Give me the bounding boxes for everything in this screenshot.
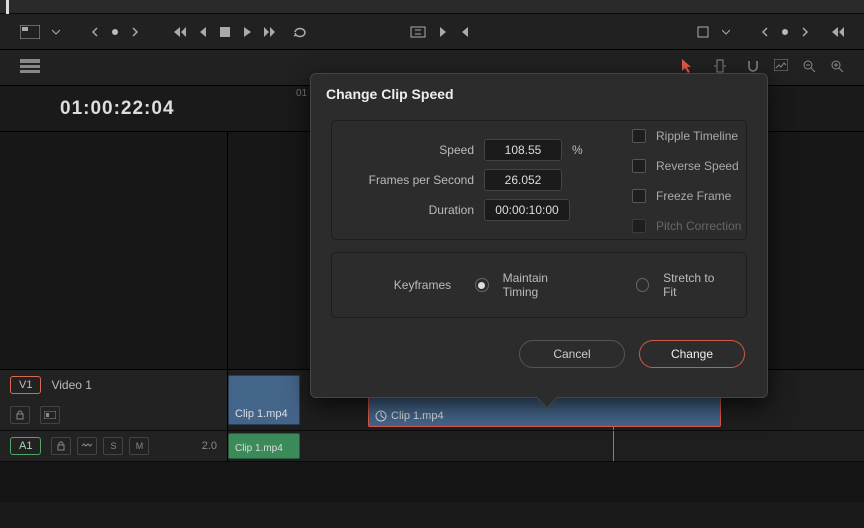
thumbnail-icon[interactable] — [774, 59, 788, 76]
zoom-out-icon[interactable] — [802, 59, 816, 76]
match-frame-icon[interactable] — [410, 26, 426, 38]
view-mode-icon[interactable] — [20, 25, 40, 39]
prev-marker-2-icon[interactable] — [760, 26, 770, 38]
dialog-title: Change Clip Speed — [311, 74, 767, 114]
auto-select-audio-icon[interactable] — [77, 437, 97, 455]
crop-dropdown-icon[interactable] — [722, 28, 730, 36]
transport-bar — [0, 14, 864, 50]
audio-clip-1[interactable]: Clip 1.mp4 — [228, 433, 300, 459]
viewer-playhead[interactable] — [6, 0, 9, 14]
next-marker-2-icon[interactable] — [800, 26, 810, 38]
change-button[interactable]: Change — [639, 340, 745, 368]
pitch-correction-label: Pitch Correction — [656, 219, 741, 233]
ripple-timeline-label: Ripple Timeline — [656, 129, 738, 143]
freeze-frame-checkbox[interactable] — [632, 189, 646, 203]
ruler-label: 01 — [296, 88, 307, 99]
maintain-timing-radio[interactable] — [475, 278, 488, 292]
stretch-to-fit-radio[interactable] — [636, 278, 649, 292]
step-back-icon[interactable] — [198, 26, 208, 38]
lock-track-icon[interactable] — [10, 406, 30, 424]
duration-label: Duration — [350, 203, 484, 217]
maintain-timing-label: Maintain Timing — [503, 271, 583, 299]
lock-audio-icon[interactable] — [51, 437, 71, 455]
audio-channels: 2.0 — [202, 440, 217, 452]
clip-label: Clip 1.mp4 — [235, 443, 283, 454]
crop-icon[interactable] — [696, 25, 710, 39]
mute-button[interactable]: M — [129, 437, 149, 455]
audio-track-badge[interactable]: A1 — [10, 437, 41, 455]
timeline-view-icon[interactable] — [20, 59, 40, 76]
video-clip-1[interactable]: Clip 1.mp4 — [228, 375, 300, 425]
next-marker-icon[interactable] — [130, 26, 140, 38]
duration-input[interactable] — [484, 199, 570, 221]
skip-end-icon[interactable] — [264, 26, 280, 38]
speed-icon — [375, 410, 387, 422]
play-icon[interactable] — [242, 26, 252, 38]
change-clip-speed-dialog: Change Clip Speed Speed % Frames per Sec… — [310, 73, 768, 398]
freeze-frame-label: Freeze Frame — [656, 189, 731, 203]
cancel-button[interactable]: Cancel — [519, 340, 625, 368]
auto-select-icon[interactable] — [40, 406, 60, 424]
clip-label: Clip 1.mp4 — [235, 408, 288, 420]
stretch-to-fit-label: Stretch to Fit — [663, 271, 728, 299]
video-track-badge[interactable]: V1 — [10, 376, 41, 394]
clip-label: Clip 1.mp4 — [391, 410, 444, 422]
video-track-name: Video 1 — [51, 378, 91, 392]
view-mode-dropdown-icon[interactable] — [52, 28, 60, 36]
marker-dot-icon — [112, 29, 118, 35]
reverse-speed-label: Reverse Speed — [656, 159, 739, 173]
prev-marker-icon[interactable] — [90, 26, 100, 38]
keyframes-label: Keyframes — [350, 278, 461, 292]
solo-button[interactable]: S — [103, 437, 123, 455]
fps-input[interactable] — [484, 169, 562, 191]
timeline-playhead-audio[interactable] — [613, 431, 614, 461]
speed-unit: % — [572, 143, 583, 157]
fps-label: Frames per Second — [350, 173, 484, 187]
viewer-ruler — [0, 0, 864, 14]
loop-icon[interactable] — [292, 26, 310, 38]
speed-settings-group: Speed % Frames per Second Duration Rippl… — [331, 120, 747, 240]
keyframes-group: Keyframes Maintain Timing Stretch to Fit — [331, 252, 747, 318]
zoom-in-icon[interactable] — [830, 59, 844, 76]
speed-label: Speed — [350, 143, 484, 157]
pitch-correction-checkbox — [632, 219, 646, 233]
speed-input[interactable] — [484, 139, 562, 161]
current-timecode[interactable]: 01:00:22:04 — [60, 98, 228, 120]
reverse-speed-checkbox[interactable] — [632, 159, 646, 173]
ripple-timeline-checkbox[interactable] — [632, 129, 646, 143]
track-spacer — [0, 462, 864, 502]
prev-edit-icon[interactable] — [460, 26, 470, 38]
marker-dot-2-icon — [782, 29, 788, 35]
next-edit-icon[interactable] — [438, 26, 448, 38]
stop-icon[interactable] — [220, 27, 230, 37]
skip-start-2-icon[interactable] — [828, 26, 844, 38]
skip-start-icon[interactable] — [170, 26, 186, 38]
audio-track-1: A1 S M 2.0 Clip 1.mp4 — [0, 431, 864, 462]
